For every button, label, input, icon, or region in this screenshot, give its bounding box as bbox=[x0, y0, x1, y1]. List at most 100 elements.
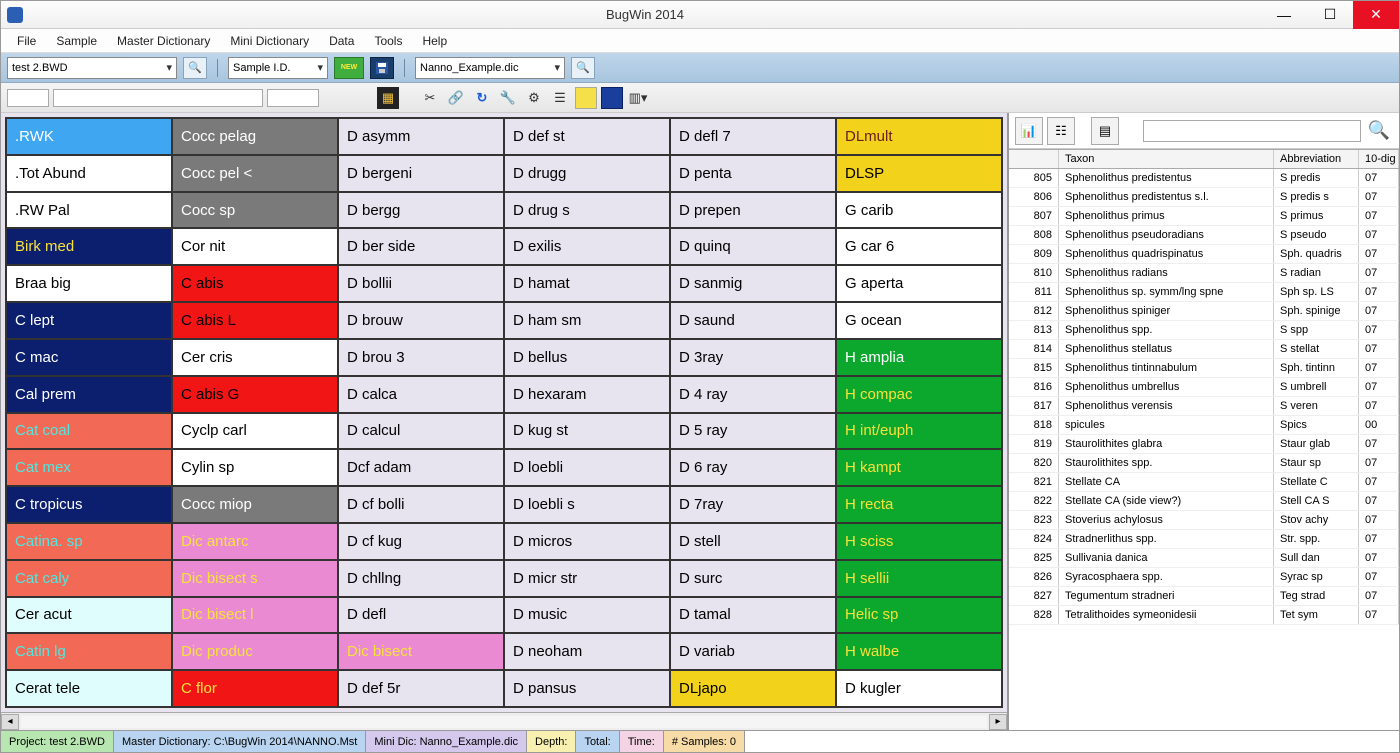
field-3[interactable] bbox=[267, 89, 319, 107]
menu-master-dictionary[interactable]: Master Dictionary bbox=[109, 31, 218, 51]
grid-cell[interactable]: C lept bbox=[6, 302, 172, 339]
grid-cell[interactable]: G carib bbox=[836, 192, 1002, 229]
grid-cell[interactable]: Cal prem bbox=[6, 376, 172, 413]
grid-cell[interactable]: C abis L bbox=[172, 302, 338, 339]
grid-cell[interactable]: Cocc sp bbox=[172, 192, 338, 229]
new-sample-button[interactable]: NEW bbox=[334, 57, 364, 79]
taxon-row[interactable]: 811Sphenolithus sp. symm/lng spneSph sp.… bbox=[1009, 283, 1399, 302]
grid-cell[interactable]: D defl bbox=[338, 597, 504, 634]
grid-cell[interactable]: D neoham bbox=[504, 633, 670, 670]
grid-cell[interactable]: Cat caly bbox=[6, 560, 172, 597]
taxon-row[interactable]: 828Tetralithoides symeonidesiiTet sym07 bbox=[1009, 606, 1399, 625]
grid-cell[interactable]: D 4 ray bbox=[670, 376, 836, 413]
search-icon[interactable]: 🔍 bbox=[1365, 117, 1393, 145]
cut-icon[interactable]: ✂ bbox=[419, 87, 441, 109]
grid-cell[interactable]: D micr str bbox=[504, 560, 670, 597]
grid-cell[interactable]: D def 5r bbox=[338, 670, 504, 707]
taxon-row[interactable]: 812Sphenolithus spinigerSph. spinige07 bbox=[1009, 302, 1399, 321]
grid-cell[interactable]: D calca bbox=[338, 376, 504, 413]
grid-cell[interactable]: D 7ray bbox=[670, 486, 836, 523]
taxon-row[interactable]: 824Stradnerlithus spp.Str. spp.07 bbox=[1009, 530, 1399, 549]
col-header-num[interactable] bbox=[1009, 150, 1059, 168]
grid-cell[interactable]: D tamal bbox=[670, 597, 836, 634]
taxon-row[interactable]: 822Stellate CA (side view?)Stell CA S07 bbox=[1009, 492, 1399, 511]
grid-cell[interactable]: D calcul bbox=[338, 413, 504, 450]
grid-cell[interactable]: H sellii bbox=[836, 560, 1002, 597]
grid-cell[interactable]: Cat mex bbox=[6, 449, 172, 486]
grid-cell[interactable]: Dic bisect bbox=[338, 633, 504, 670]
taxon-row[interactable]: 823Stoverius achylosusStov achy07 bbox=[1009, 511, 1399, 530]
grid-cell[interactable]: D defl 7 bbox=[670, 118, 836, 155]
chart-dropdown-icon[interactable]: ▥▾ bbox=[627, 87, 649, 109]
taxon-row[interactable]: 816Sphenolithus umbrellusS umbrell07 bbox=[1009, 378, 1399, 397]
grid-cell[interactable]: D penta bbox=[670, 155, 836, 192]
taxon-row[interactable]: 813Sphenolithus spp.S spp07 bbox=[1009, 321, 1399, 340]
col-header-dig[interactable]: 10-dig bbox=[1359, 150, 1399, 168]
sample-combo[interactable]: Sample I.D. ▾ bbox=[228, 57, 328, 79]
close-button[interactable]: ✕ bbox=[1353, 1, 1399, 29]
grid-cell[interactable]: D loebli bbox=[504, 449, 670, 486]
grid-cell[interactable]: C tropicus bbox=[6, 486, 172, 523]
grid-cell[interactable]: Birk med bbox=[6, 228, 172, 265]
taxon-table-body[interactable]: 805Sphenolithus predistentusS predis0780… bbox=[1009, 169, 1399, 730]
grid-cell[interactable]: Dcf adam bbox=[338, 449, 504, 486]
minimize-button[interactable]: — bbox=[1261, 1, 1307, 29]
taxon-row[interactable]: 807Sphenolithus primusS primus07 bbox=[1009, 207, 1399, 226]
grid-cell[interactable]: Cat coal bbox=[6, 413, 172, 450]
grid-cell[interactable]: H int/euph bbox=[836, 413, 1002, 450]
grid-cell[interactable]: Cocc miop bbox=[172, 486, 338, 523]
menu-data[interactable]: Data bbox=[321, 31, 362, 51]
grid-cell[interactable]: D prepen bbox=[670, 192, 836, 229]
menu-tools[interactable]: Tools bbox=[366, 31, 410, 51]
grid-cell[interactable]: D ber side bbox=[338, 228, 504, 265]
grid-cell[interactable]: H kampt bbox=[836, 449, 1002, 486]
grid-cell[interactable]: D variab bbox=[670, 633, 836, 670]
menu-sample[interactable]: Sample bbox=[48, 31, 105, 51]
grid-cell[interactable]: D surc bbox=[670, 560, 836, 597]
grid-cell[interactable]: .RW Pal bbox=[6, 192, 172, 229]
grid-cell[interactable]: D asymm bbox=[338, 118, 504, 155]
taxon-search-input[interactable] bbox=[1143, 120, 1361, 142]
grid-cell[interactable]: C flor bbox=[172, 670, 338, 707]
view-table-icon[interactable]: ▤ bbox=[1091, 117, 1119, 145]
grid-cell[interactable]: D bollii bbox=[338, 265, 504, 302]
dictionary-combo[interactable]: Nanno_Example.dic ▾ bbox=[415, 57, 565, 79]
menu-mini-dictionary[interactable]: Mini Dictionary bbox=[222, 31, 317, 51]
grid-cell[interactable]: D brou 3 bbox=[338, 339, 504, 376]
save-button[interactable] bbox=[370, 57, 394, 79]
grid-cell[interactable]: C mac bbox=[6, 339, 172, 376]
grid-cell[interactable]: D sanmig bbox=[670, 265, 836, 302]
grid-cell[interactable]: D brouw bbox=[338, 302, 504, 339]
grid-cell[interactable]: Helic sp bbox=[836, 597, 1002, 634]
grid-cell[interactable]: H amplia bbox=[836, 339, 1002, 376]
grid-cell[interactable]: .Tot Abund bbox=[6, 155, 172, 192]
grid-cell[interactable]: Cer cris bbox=[172, 339, 338, 376]
taxon-row[interactable]: 821Stellate CAStellate C07 bbox=[1009, 473, 1399, 492]
grid-cell[interactable]: D hexaram bbox=[504, 376, 670, 413]
grid-cell[interactable]: Cocc pelag bbox=[172, 118, 338, 155]
grid-cell[interactable]: D hamat bbox=[504, 265, 670, 302]
grid-cell[interactable]: .RWK bbox=[6, 118, 172, 155]
color-yellow-icon[interactable] bbox=[575, 87, 597, 109]
field-2[interactable] bbox=[53, 89, 263, 107]
grid-cell[interactable]: D ham sm bbox=[504, 302, 670, 339]
grid-cell[interactable]: D chllng bbox=[338, 560, 504, 597]
grid-cell[interactable]: D kug st bbox=[504, 413, 670, 450]
settings-icon[interactable]: ⚙ bbox=[523, 87, 545, 109]
grid-cell[interactable]: D 5 ray bbox=[670, 413, 836, 450]
grid-cell[interactable]: H walbe bbox=[836, 633, 1002, 670]
grid-cell[interactable]: G ocean bbox=[836, 302, 1002, 339]
grid-cell[interactable]: D bellus bbox=[504, 339, 670, 376]
menu-file[interactable]: File bbox=[9, 31, 44, 51]
dictionary-browse-button[interactable]: 🔍 bbox=[571, 57, 595, 79]
project-browse-button[interactable]: 🔍 bbox=[183, 57, 207, 79]
view-chart-icon[interactable]: 📊 bbox=[1015, 117, 1043, 145]
grid-cell[interactable]: Cyclp carl bbox=[172, 413, 338, 450]
grid-cell[interactable]: D bergg bbox=[338, 192, 504, 229]
grid-cell[interactable]: D pansus bbox=[504, 670, 670, 707]
scroll-track[interactable] bbox=[21, 716, 987, 728]
grid-cell[interactable]: Dic antarc bbox=[172, 523, 338, 560]
grid-cell[interactable]: D drug s bbox=[504, 192, 670, 229]
grid-cell[interactable]: D quinq bbox=[670, 228, 836, 265]
scroll-left-icon[interactable]: ◂ bbox=[1, 714, 19, 730]
